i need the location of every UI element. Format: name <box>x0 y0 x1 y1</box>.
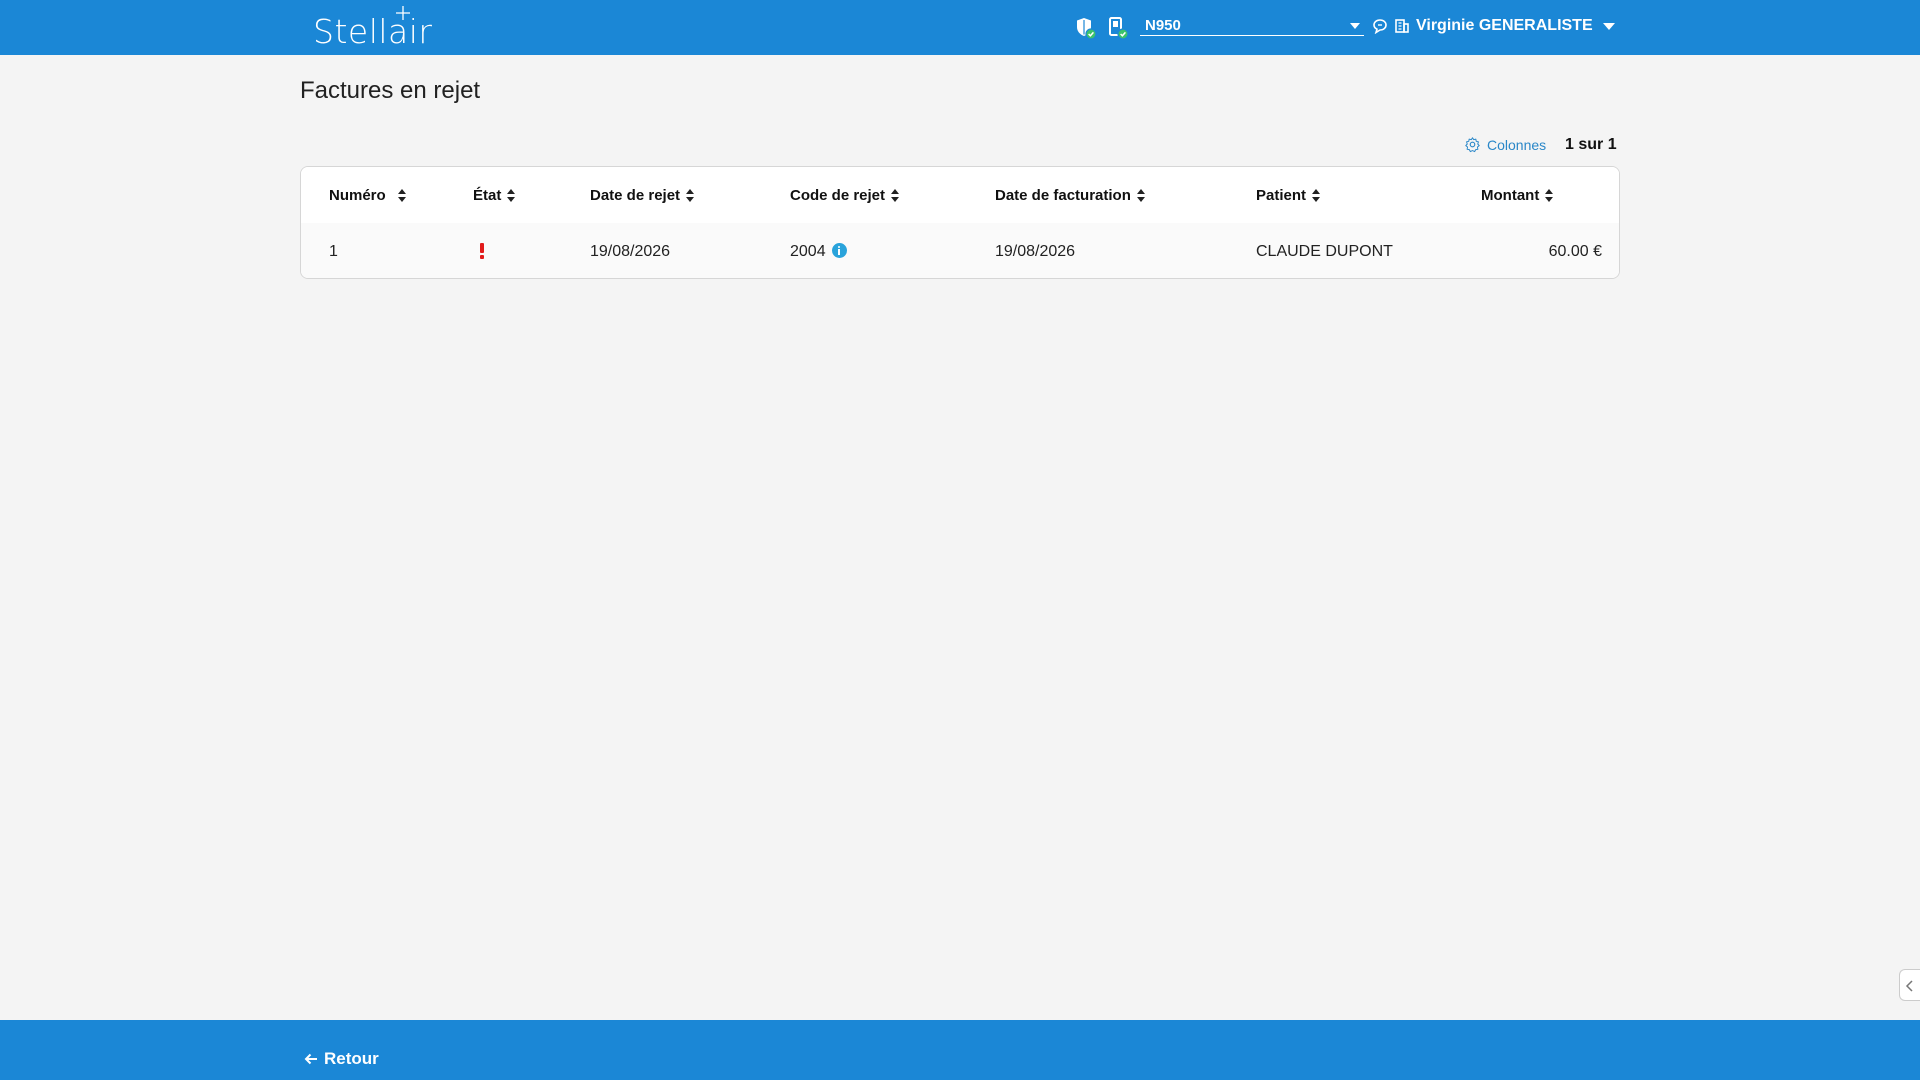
cell-date-rejet: 19/08/2026 <box>590 243 671 260</box>
footer-bar: Retour <box>0 1020 1920 1080</box>
cell-numero: 1 <box>329 243 338 260</box>
arrow-left-icon <box>304 1053 317 1065</box>
sort-icon <box>1545 189 1554 202</box>
side-panel-toggle[interactable] <box>1899 969 1920 1001</box>
pagination-info: 1 sur 1 <box>1565 136 1617 153</box>
columns-button[interactable]: Colonnes <box>1464 136 1546 153</box>
card-reader-icon[interactable] <box>1107 16 1129 40</box>
column-header-patient[interactable]: Patient <box>1256 187 1321 204</box>
sort-icon <box>1136 189 1146 202</box>
chevron-down-icon <box>1350 23 1360 29</box>
column-header-date-rejet[interactable]: Date de rejet <box>590 187 695 204</box>
user-menu[interactable]: Virginie GENERALISTE <box>1372 14 1615 38</box>
columns-label: Colonnes <box>1487 136 1547 153</box>
logo-star-icon <box>396 6 410 20</box>
cell-date-facturation: 19/08/2026 <box>995 243 1076 260</box>
user-name: Virginie GENERALISTE <box>1416 17 1593 34</box>
table-header: Numéro État Date de rejet Code de rejet … <box>301 167 1619 223</box>
column-header-montant[interactable]: Montant <box>1481 187 1554 204</box>
shield-check-icon[interactable] <box>1075 16 1097 40</box>
chevron-left-icon <box>1905 980 1913 992</box>
sort-icon <box>507 189 516 202</box>
sort-icon <box>1312 189 1321 202</box>
rejected-invoices-table: Numéro État Date de rejet Code de rejet … <box>300 166 1620 279</box>
column-header-date-facturation[interactable]: Date de facturation <box>995 187 1146 204</box>
device-select-value: N950 <box>1145 17 1181 34</box>
reject-code: 2004 <box>790 243 826 260</box>
page-title: Factures en rejet <box>300 77 481 104</box>
column-header-numero[interactable]: Numéro <box>329 187 407 204</box>
column-header-code-rejet[interactable]: Code de rejet <box>790 187 900 204</box>
app-logo[interactable]: Stellair <box>313 12 432 51</box>
back-label: Retour <box>324 1049 379 1068</box>
column-header-etat[interactable]: État <box>473 187 516 204</box>
table-row[interactable]: 1 19/08/2026 2004 19/08/2026 CLAUDE DUPO… <box>301 223 1619 278</box>
cell-patient: CLAUDE DUPONT <box>1256 243 1393 260</box>
cell-code-rejet: 2004 <box>790 243 847 261</box>
sort-icon <box>686 189 695 202</box>
chat-icon[interactable] <box>1372 18 1388 34</box>
cell-montant: 60.00 € <box>1548 243 1602 260</box>
building-icon <box>1395 19 1409 33</box>
sort-icon <box>891 189 900 202</box>
top-bar: Stellair N950 Virginie GENERALISTE <box>0 0 1920 55</box>
back-button[interactable]: Retour <box>304 1049 379 1069</box>
chevron-down-icon <box>1602 22 1615 30</box>
gear-icon <box>1465 137 1480 153</box>
sort-icon <box>397 189 407 202</box>
device-select[interactable]: N950 <box>1140 14 1364 36</box>
error-icon <box>480 243 484 259</box>
info-icon[interactable] <box>831 243 847 258</box>
